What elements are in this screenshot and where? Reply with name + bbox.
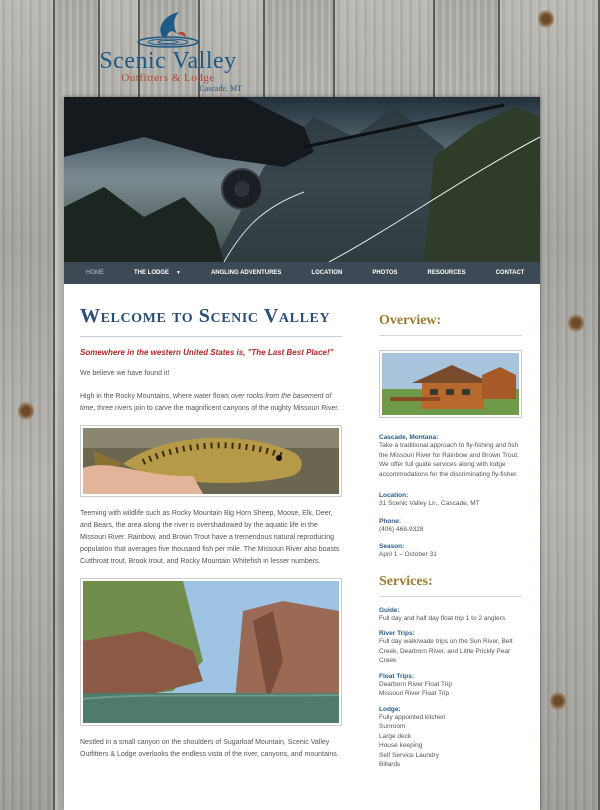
service-lodge-line: House keeping xyxy=(379,742,423,749)
nav-the-lodge[interactable]: THE LODGE ▼ xyxy=(134,270,181,276)
nav-photos[interactable]: PHOTOS xyxy=(372,270,397,276)
nav-the-lodge-label: THE LODGE xyxy=(134,270,170,276)
sidebar: Overview: Cascade, Montana: Take a tradi… xyxy=(379,284,522,770)
lodge-paragraph: Nestled in a small canyon on the shoulde… xyxy=(80,739,339,758)
hero-fly-fishing-image xyxy=(64,97,540,262)
trout-photo xyxy=(80,425,342,497)
service-float-trips-line: Dearborn River Float Trip xyxy=(379,680,452,688)
location-value: 31 Scenic Valley Ln., Cascade, MT xyxy=(379,500,480,507)
season-label: Season: xyxy=(379,543,405,550)
wood-knot xyxy=(550,690,566,712)
lodge-photo xyxy=(379,350,522,418)
nav-angling-adventures[interactable]: ANGLING ADVENTURES xyxy=(211,270,281,276)
service-lodge-line: Fully appointed kitchen xyxy=(379,713,446,721)
service-float-trips-line: Missouri River Float Trip xyxy=(379,690,450,697)
nav-resources[interactable]: RESOURCES xyxy=(428,270,466,276)
main-navigation: HOME THE LODGE ▼ ANGLING ADVENTURES LOCAT… xyxy=(64,262,540,284)
trout-logo-icon xyxy=(137,12,199,48)
service-guide-label: Guide: xyxy=(379,606,400,614)
overview-heading: Overview: xyxy=(379,313,522,336)
rivers-text-start: High in the Rocky Mountains, where water… xyxy=(80,393,231,400)
location-label: Location: xyxy=(379,492,409,499)
phone-value: (406) 468-9328 xyxy=(379,525,424,533)
wildlife-paragraph: Teeming with wildlife such as Rocky Moun… xyxy=(80,510,340,565)
page-container: HOME THE LODGE ▼ ANGLING ADVENTURES LOCAT… xyxy=(64,97,540,810)
service-river-trips-line: Full day walk/wade trips on the Sun Rive… xyxy=(379,638,513,664)
service-lodge-label: Lodge: xyxy=(379,705,401,713)
intro-paragraph: We believe we have found it! xyxy=(80,370,170,377)
chevron-down-icon: ▼ xyxy=(176,270,181,276)
cascade-label: Cascade, Montana: xyxy=(379,434,439,441)
canyon-river-photo xyxy=(80,578,342,726)
logo-location: Cascade, MT xyxy=(199,84,242,93)
wood-knot xyxy=(18,400,34,422)
season-value: April 1 – October 31 xyxy=(379,551,437,558)
services-list: Guide: Full day and half day float trip … xyxy=(379,607,522,770)
rivers-paragraph: High in the Rocky Mountains, where water… xyxy=(80,391,342,415)
service-lodge-line: Self Service Laundry xyxy=(379,751,439,759)
nav-contact[interactable]: CONTACT xyxy=(496,270,525,276)
rivers-text-end: , three rivers join to carve the magnifi… xyxy=(93,405,340,412)
main-content: Welcome to Scenic Valley Somewhere in th… xyxy=(80,284,342,761)
service-lodge-line: Large deck xyxy=(379,732,412,740)
logo-name: Scenic Valley xyxy=(99,48,237,74)
wood-knot xyxy=(538,8,554,30)
phone-label: Phone: xyxy=(379,517,402,525)
service-lodge-line: Billards xyxy=(379,761,401,768)
nav-home[interactable]: HOME xyxy=(86,270,104,276)
nav-location[interactable]: LOCATION xyxy=(311,270,342,276)
service-float-trips-label: Float Trips: xyxy=(379,672,415,680)
tagline: Somewhere in the western United States i… xyxy=(80,348,334,357)
cascade-text: Take a traditional approach to fly-fishi… xyxy=(379,442,519,478)
wood-knot xyxy=(568,312,584,334)
service-lodge-line: Sunroom xyxy=(379,723,406,730)
site-logo[interactable]: Scenic Valley Outfitters & Lodge Cascade… xyxy=(88,8,248,93)
services-heading: Services: xyxy=(379,574,522,597)
service-river-trips-label: River Trips: xyxy=(379,630,415,637)
page-title: Welcome to Scenic Valley xyxy=(80,305,342,337)
service-guide-line: Full day and half day float trip 1 to 2 … xyxy=(379,614,506,622)
